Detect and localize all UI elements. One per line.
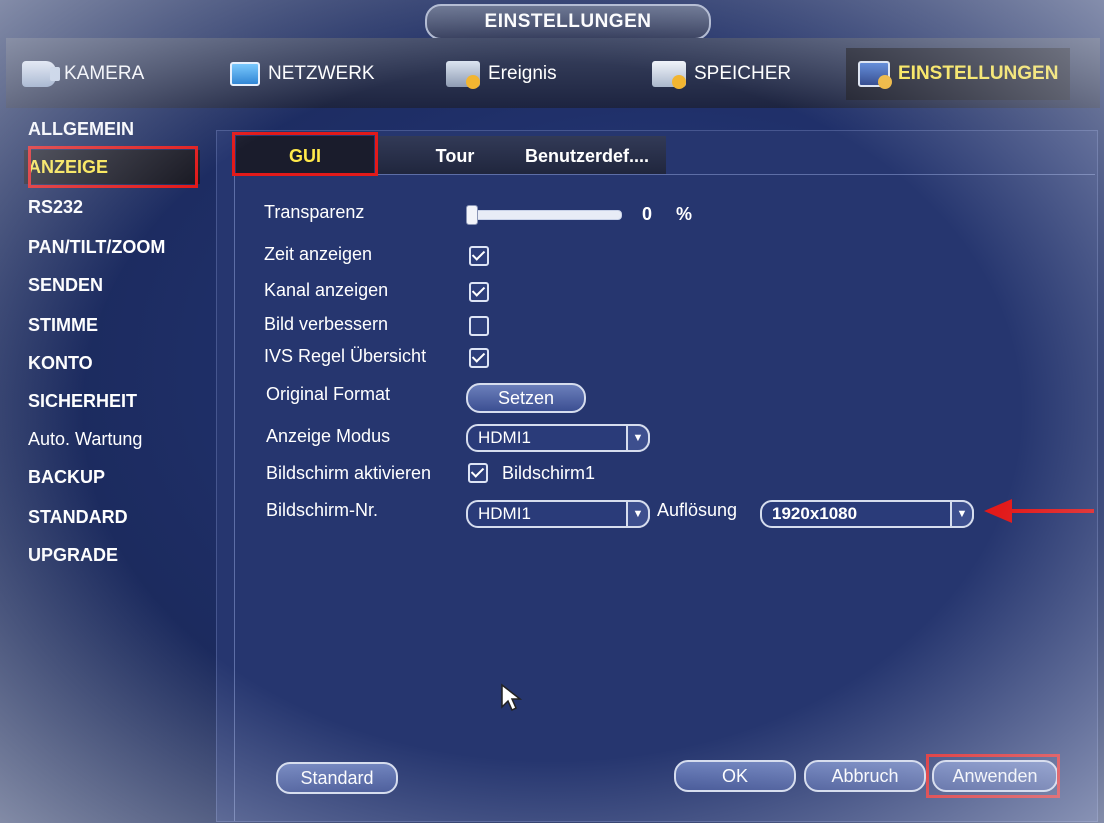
topnav-label: Ereignis: [488, 63, 557, 84]
transparency-slider-handle[interactable]: [466, 205, 478, 225]
setzen-button[interactable]: Setzen: [466, 383, 586, 413]
transparency-value: 0: [642, 204, 653, 224]
show-channel-label: Kanal anzeigen: [264, 280, 389, 300]
screen-no-select[interactable]: HDMI1 ▼: [466, 500, 650, 528]
sidebar-item-konto[interactable]: KONTO: [24, 346, 200, 380]
display-mode-value: HDMI1: [478, 428, 531, 447]
cancel-button[interactable]: Abbruch: [804, 760, 926, 792]
topnav-netzwerk[interactable]: NETZWERK: [230, 48, 375, 100]
chevron-down-icon: ▼: [626, 500, 650, 528]
transparency-slider[interactable]: [470, 210, 622, 220]
dvr-screen: EINSTELLUNGEN KAMERA NETZWERK Ereignis S…: [0, 0, 1104, 823]
screen-enable-option: Bildschirm1: [502, 463, 596, 483]
standard-button[interactable]: Standard: [276, 762, 398, 794]
resolution-select[interactable]: 1920x1080 ▼: [760, 500, 974, 528]
topnav-label: SPEICHER: [694, 63, 792, 84]
mouse-cursor-icon: [501, 683, 523, 712]
annotation-box-anzeige: [28, 146, 198, 188]
enhance-image-checkbox[interactable]: [469, 316, 489, 336]
topnav-label: NETZWERK: [268, 63, 375, 84]
content-frame: [234, 174, 1095, 821]
screen-no-value: HDMI1: [478, 504, 531, 523]
annotation-box-apply: [926, 754, 1060, 798]
display-mode-select[interactable]: HDMI1 ▼: [466, 424, 650, 452]
sidebar-item-stimme[interactable]: STIMME: [24, 308, 200, 342]
show-channel-checkbox[interactable]: [469, 282, 489, 302]
original-format-label: Original Format: [266, 384, 391, 404]
topnav-label: EINSTELLUNGEN: [898, 63, 1059, 84]
tab-tour[interactable]: Tour: [420, 136, 490, 176]
event-icon: [446, 61, 480, 89]
screen-no-label: Bildschirm-Nr.: [266, 500, 379, 520]
chevron-down-icon: ▼: [950, 500, 974, 528]
ok-button[interactable]: OK: [674, 760, 796, 792]
sidebar-item-rs232[interactable]: RS232: [24, 190, 200, 224]
topnav-label: KAMERA: [64, 63, 145, 84]
topnav-einstellungen[interactable]: EINSTELLUNGEN: [846, 48, 1071, 100]
transparency-label: Transparenz: [264, 202, 365, 222]
screen-enable-checkbox[interactable]: [468, 463, 488, 483]
show-time-checkbox[interactable]: [469, 246, 489, 266]
topnav-kamera[interactable]: KAMERA: [22, 48, 144, 100]
sidebar-item-upgrade[interactable]: UPGRADE: [24, 538, 200, 572]
display-mode-label: Anzeige Modus: [266, 426, 391, 446]
topnav-ereignis[interactable]: Ereignis: [446, 48, 557, 100]
screen-enable-label: Bildschirm aktivieren: [266, 463, 432, 483]
resolution-label: Auflösung: [657, 500, 738, 520]
tab-benutzerdef[interactable]: Benutzerdef....: [512, 136, 662, 176]
ivs-rules-checkbox[interactable]: [469, 348, 489, 368]
settings-icon: [858, 61, 892, 89]
topnav-speicher[interactable]: SPEICHER: [652, 48, 791, 100]
sidebar-item-standard[interactable]: STANDARD: [24, 500, 200, 534]
sidebar-item-backup[interactable]: BACKUP: [24, 460, 200, 494]
ivs-rules-label: IVS Regel Übersicht: [264, 346, 427, 366]
enhance-image-label: Bild verbessern: [264, 314, 389, 334]
window-title: EINSTELLUNGEN: [425, 4, 711, 40]
sidebar-item-pan-tilt-zoom[interactable]: PAN/TILT/ZOOM: [24, 230, 200, 264]
storage-icon: [652, 61, 686, 89]
resolution-value: 1920x1080: [772, 504, 858, 523]
network-icon: [230, 62, 260, 86]
annotation-arrow: [1010, 509, 1094, 513]
chevron-down-icon: ▼: [626, 424, 650, 452]
sidebar-item-auto-wartung[interactable]: Auto. Wartung: [24, 422, 200, 456]
transparency-unit: %: [676, 204, 693, 224]
camera-icon: [22, 61, 60, 87]
annotation-box-gui: [232, 132, 378, 176]
sidebar-item-allgemein[interactable]: ALLGEMEIN: [24, 112, 200, 146]
show-time-label: Zeit anzeigen: [264, 244, 373, 264]
sidebar-item-senden[interactable]: SENDEN: [24, 268, 200, 302]
annotation-arrow-head: [984, 499, 1012, 523]
sidebar-item-sicherheit[interactable]: SICHERHEIT: [24, 384, 200, 418]
